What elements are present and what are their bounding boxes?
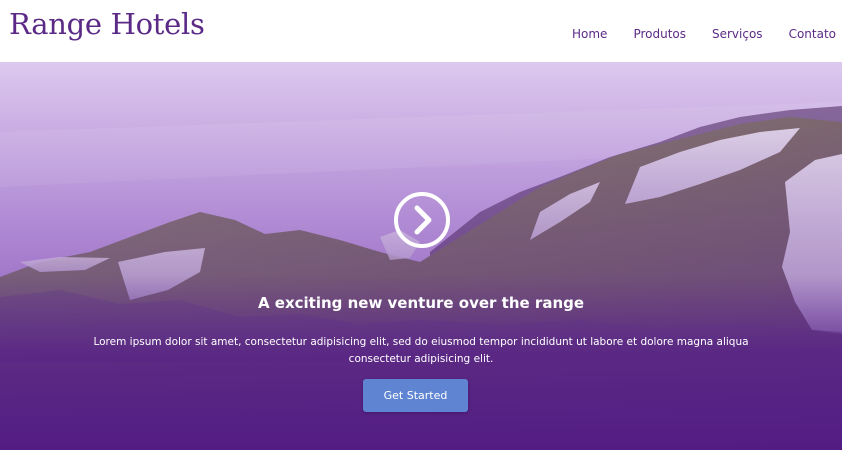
main-nav: Home Produtos Serviços Contato <box>572 27 836 41</box>
site-logo[interactable]: Range Hotels <box>9 3 205 45</box>
site-header: Range Hotels Home Produtos Serviços Cont… <box>0 0 842 62</box>
nav-link-contato[interactable]: Contato <box>789 27 836 41</box>
hero-description: Lorem ipsum dolor sit amet, consectetur … <box>93 336 749 365</box>
next-slide-button[interactable] <box>394 192 450 248</box>
nav-link-home[interactable]: Home <box>572 27 607 41</box>
get-started-button[interactable]: Get Started <box>363 379 468 412</box>
hero-section: A exciting new venture over the range Lo… <box>0 62 842 450</box>
chevron-right-icon <box>414 205 432 235</box>
hero-title: A exciting new venture over the range <box>257 294 585 312</box>
nav-link-servicos[interactable]: Serviços <box>712 27 763 41</box>
nav-link-produtos[interactable]: Produtos <box>633 27 686 41</box>
